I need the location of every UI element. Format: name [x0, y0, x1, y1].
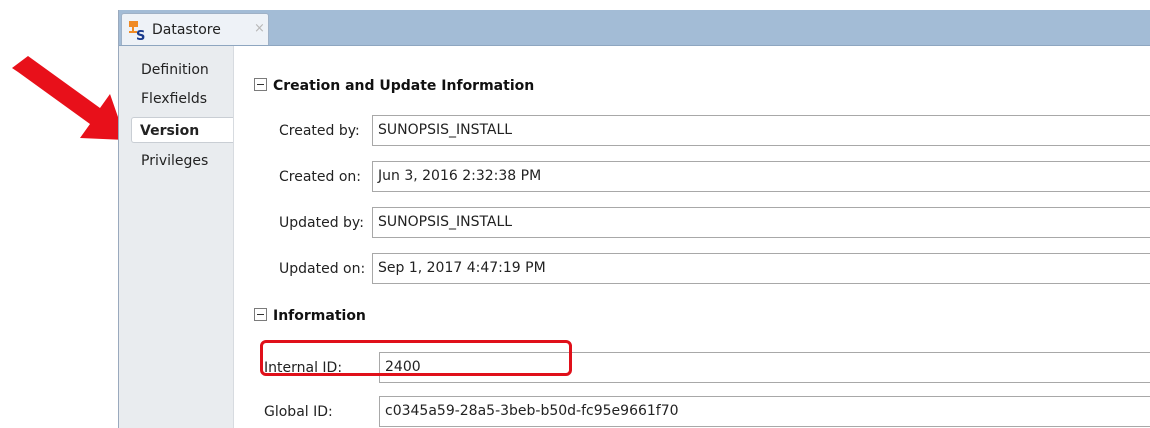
updated-on-label: Updated on:: [279, 261, 366, 277]
side-nav-item-definition[interactable]: Definition: [133, 57, 227, 83]
global-id-field[interactable]: c0345a59-28a5-3beb-b50d-fc95e9661f70: [379, 396, 1150, 427]
svg-text:S: S: [136, 29, 145, 42]
side-nav: Definition Flexfields Version Privileges: [119, 46, 235, 428]
collapse-icon[interactable]: [254, 308, 267, 321]
global-id-label: Global ID:: [264, 404, 333, 420]
updated-on-field[interactable]: Sep 1, 2017 4:47:19 PM: [372, 253, 1150, 284]
side-nav-item-privileges[interactable]: Privileges: [133, 148, 227, 174]
tab-datastore[interactable]: S Datastore ×: [121, 13, 269, 45]
section-title: Creation and Update Information: [273, 78, 535, 94]
datastore-icon: S: [129, 21, 145, 42]
collapse-icon[interactable]: [254, 78, 267, 91]
tab-title: Datastore: [152, 22, 221, 38]
section-title: Information: [273, 308, 366, 324]
created-by-field[interactable]: SUNOPSIS_INSTALL: [372, 115, 1150, 146]
internal-id-highlight: [260, 340, 572, 376]
editor-tab-strip: S Datastore ×: [119, 10, 1150, 46]
side-nav-item-version[interactable]: Version: [131, 117, 235, 143]
side-nav-item-flexfields[interactable]: Flexfields: [133, 86, 227, 112]
updated-by-label: Updated by:: [279, 215, 364, 231]
updated-by-field[interactable]: SUNOPSIS_INSTALL: [372, 207, 1150, 238]
created-by-label: Created by:: [279, 123, 360, 139]
close-icon[interactable]: ×: [254, 21, 265, 36]
section-information[interactable]: Information: [254, 308, 366, 328]
created-on-label: Created on:: [279, 169, 362, 185]
section-creation-update[interactable]: Creation and Update Information: [254, 78, 534, 98]
created-on-field[interactable]: Jun 3, 2016 2:32:38 PM: [372, 161, 1150, 192]
